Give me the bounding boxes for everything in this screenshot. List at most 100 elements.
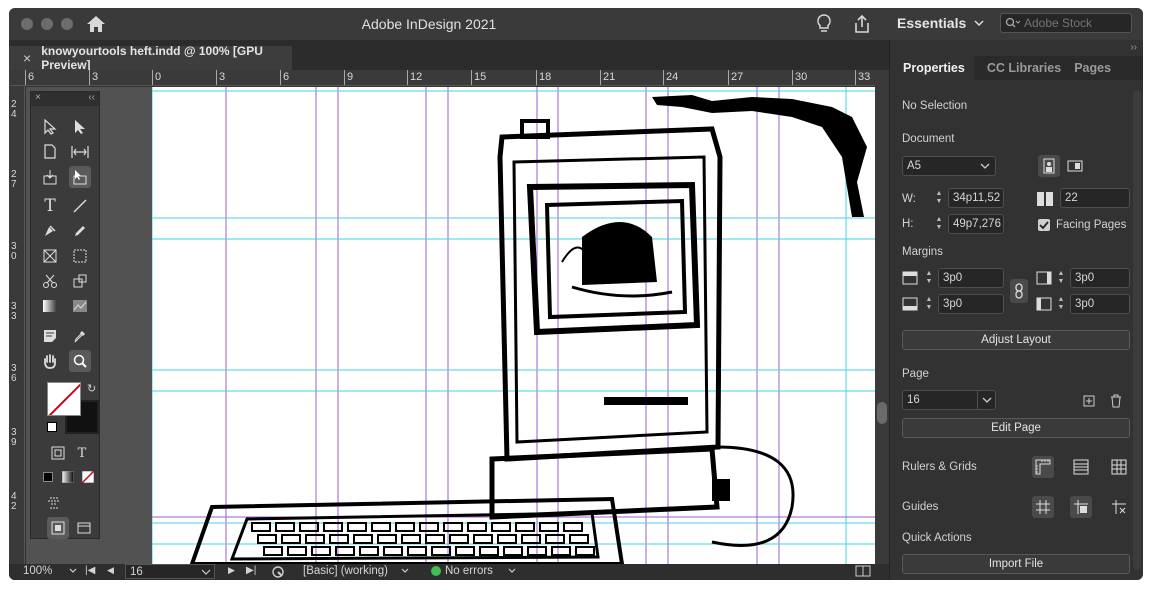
collapse-dock-icon[interactable]: ››	[1130, 42, 1137, 53]
preflight-status[interactable]: No errors	[431, 565, 519, 577]
macintosh-illustration[interactable]	[152, 87, 875, 564]
apply-none-icon[interactable]	[77, 466, 99, 488]
landscape-orientation-icon[interactable]	[1064, 155, 1086, 177]
content-placer-icon[interactable]	[69, 166, 91, 188]
type-tool-icon[interactable]: T	[39, 195, 61, 217]
share-icon[interactable]	[851, 13, 873, 38]
height-label: H:	[902, 218, 914, 230]
keyboard-key-mark	[383, 546, 403, 556]
delete-page-icon[interactable]	[1105, 390, 1127, 412]
facing-pages-label: Facing Pages	[1056, 219, 1127, 231]
show-guides-icon[interactable]	[1032, 496, 1054, 518]
pencil-tool-icon[interactable]	[69, 220, 91, 242]
tools-panel-header[interactable]: × ‹‹	[31, 92, 99, 106]
swap-fill-stroke-icon[interactable]: ↻	[87, 382, 96, 395]
close-panel-icon[interactable]: ×	[35, 92, 41, 103]
stock-search-input[interactable]	[1024, 16, 1124, 30]
pages-count-field[interactable]: 22	[1060, 188, 1130, 208]
scrollbar-thumb[interactable]	[877, 402, 887, 424]
open-document-page-icon[interactable]	[271, 565, 285, 579]
ruler-toggle-icon[interactable]	[1032, 456, 1054, 478]
document-grid-icon[interactable]	[1108, 456, 1130, 478]
smart-guides-icon[interactable]	[1070, 496, 1092, 518]
pasteboard[interactable]	[26, 87, 875, 564]
width-field[interactable]: 34p11,52	[948, 188, 1004, 208]
formatting-container-icon[interactable]	[47, 442, 69, 464]
fill-swatch-front[interactable]	[47, 382, 81, 416]
scissors-tool-icon[interactable]	[39, 270, 61, 292]
panel-scrollbar[interactable]	[1133, 90, 1141, 570]
selection-tool-icon[interactable]	[39, 116, 61, 138]
tab-pages[interactable]: Pages	[1070, 56, 1120, 80]
margin-outside-field[interactable]: 3p0	[1070, 294, 1130, 314]
ruler-label: 3	[89, 70, 98, 85]
margin-top-field[interactable]: 3p0	[938, 268, 1004, 288]
facing-pages-checkbox[interactable]	[1038, 219, 1050, 231]
tab-cc-libraries[interactable]: CC Libraries	[974, 56, 1070, 80]
gap-tool-icon[interactable]	[69, 141, 91, 163]
document-tab-label: knowyourtools heft.indd @ 100% [GPU Prev…	[41, 44, 263, 72]
baseline-grid-icon[interactable]	[1070, 456, 1092, 478]
document-tab[interactable]: × knowyourtools heft.indd @ 100% [GPU Pr…	[9, 44, 292, 72]
default-fill-stroke-icon[interactable]	[47, 422, 57, 432]
add-page-icon[interactable]	[1078, 390, 1100, 412]
rectangle-frame-tool-icon[interactable]	[39, 245, 61, 267]
canvas-scrollbar[interactable]	[875, 70, 889, 564]
working-style-value: [Basic] (working)	[303, 565, 388, 577]
working-style-dropdown[interactable]: [Basic] (working)	[303, 565, 412, 577]
first-page-icon[interactable]: |◀	[85, 565, 95, 576]
portrait-orientation-icon[interactable]	[1038, 155, 1060, 177]
zoom-tool-icon[interactable]	[69, 350, 91, 372]
document-page[interactable]	[152, 87, 875, 564]
chevron-down-icon[interactable]	[201, 569, 211, 575]
margin-top-stepper[interactable]: ▲ ▼	[922, 268, 936, 288]
margin-bottom-field[interactable]: 3p0	[938, 294, 1004, 314]
page-tool-icon[interactable]	[39, 141, 61, 163]
margin-inside-field[interactable]: 3p0	[1070, 268, 1130, 288]
document-preset-dropdown[interactable]: A5	[902, 156, 996, 176]
width-stepper[interactable]: ▲ ▼	[932, 188, 946, 208]
close-tab-icon[interactable]: ×	[23, 50, 31, 66]
edit-page-button[interactable]: Edit Page	[902, 418, 1130, 438]
workspace-switcher[interactable]: Essentials	[897, 15, 984, 31]
direct-selection-tool-icon[interactable]	[69, 116, 91, 138]
import-file-button[interactable]: Import File	[902, 554, 1130, 574]
margin-inside-stepper[interactable]: ▲ ▼	[1054, 268, 1068, 288]
pen-tool-icon[interactable]	[39, 220, 61, 242]
free-transform-tool-icon[interactable]	[69, 270, 91, 292]
horizontal-ruler[interactable]: 6 3 0 3 6 9 12 15 18 21 24 27 30 33	[9, 70, 875, 86]
content-collector-icon[interactable]	[39, 166, 61, 188]
margin-outside-stepper[interactable]: ▲ ▼	[1054, 294, 1068, 314]
collapse-panel-icon[interactable]: ‹‹	[88, 92, 95, 103]
lightbulb-icon[interactable]	[815, 13, 833, 38]
formatting-text-icon[interactable]: T	[71, 442, 93, 464]
screen-mode-icon[interactable]	[43, 492, 65, 514]
lock-guides-icon[interactable]	[1108, 496, 1130, 518]
note-tool-icon[interactable]	[39, 325, 61, 347]
zoom-dropdown[interactable]: 100%	[23, 565, 78, 577]
margin-bottom-stepper[interactable]: ▲ ▼	[922, 294, 936, 314]
split-layout-icon[interactable]	[855, 565, 871, 577]
tab-properties[interactable]: Properties	[890, 56, 974, 80]
view-options-icon[interactable]	[73, 517, 95, 539]
adjust-layout-button[interactable]: Adjust Layout	[902, 330, 1130, 350]
link-margins-icon[interactable]	[1010, 279, 1028, 303]
apply-color-icon[interactable]	[37, 466, 59, 488]
apply-gradient-icon[interactable]	[57, 466, 79, 488]
preview-mode-icon[interactable]	[47, 517, 69, 539]
previous-page-icon[interactable]: ◀	[107, 565, 114, 576]
hand-tool-icon[interactable]	[39, 350, 61, 372]
line-tool-icon[interactable]	[69, 195, 91, 217]
height-field[interactable]: 49p7,276	[948, 214, 1004, 234]
gradient-feather-tool-icon[interactable]	[69, 295, 91, 317]
next-page-icon[interactable]: ▶	[228, 565, 235, 576]
rectangle-tool-icon[interactable]	[69, 245, 91, 267]
adobe-stock-search[interactable]	[1000, 13, 1132, 33]
page-number-dropdown[interactable]: 16	[902, 390, 996, 410]
height-stepper[interactable]: ▲ ▼	[932, 214, 946, 234]
gradient-swatch-tool-icon[interactable]	[39, 295, 61, 317]
vertical-ruler[interactable]: 24 27 30 33 36 39 42	[9, 86, 25, 564]
last-page-icon[interactable]: ▶|	[246, 565, 256, 576]
width-value: 34p11,52	[953, 192, 1001, 204]
eyedropper-tool-icon[interactable]	[69, 325, 91, 347]
